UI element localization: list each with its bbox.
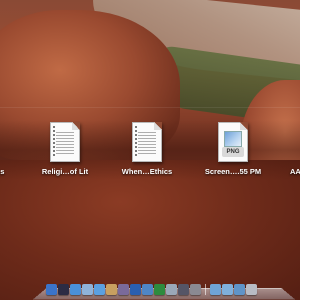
photo-icon[interactable] [118,284,129,295]
system-preferences-icon[interactable] [190,284,201,295]
activity-icon[interactable] [178,284,189,295]
applications-folder-icon[interactable] [210,284,221,295]
word-icon[interactable] [130,284,141,295]
finder-icon[interactable] [46,284,57,295]
dock [32,276,296,300]
file-label: AA [290,167,300,176]
text-document-icon [50,122,80,162]
trash-icon[interactable] [246,284,257,295]
desktop-file-screenshot[interactable]: PNG Screen….55 PM [193,122,273,176]
desktop-icons: us Religi…of Lit When…Ethics PNG Screen…… [0,0,300,300]
preview-icon[interactable] [166,284,177,295]
file-label: Screen….55 PM [204,167,262,176]
desktop: us Religi…of Lit When…Ethics PNG Screen…… [0,0,300,300]
downloads-folder-icon[interactable] [234,284,245,295]
itunes-icon[interactable] [142,284,153,295]
text-document-icon [132,122,162,162]
file-label: Religi…of Lit [41,167,89,176]
desktop-file-when-ethics[interactable]: When…Ethics [107,122,187,176]
ichat-icon[interactable] [94,284,105,295]
address-book-icon[interactable] [106,284,117,295]
documents-folder-icon[interactable] [222,284,233,295]
png-file-icon: PNG [218,122,248,162]
dashboard-icon[interactable] [58,284,69,295]
file-label: When…Ethics [121,167,173,176]
mail-icon[interactable] [82,284,93,295]
excel-icon[interactable] [154,284,165,295]
file-label: us [0,167,5,176]
safari-icon[interactable] [70,284,81,295]
dock-separator [205,284,206,295]
desktop-file-religion-of-lit[interactable]: Religi…of Lit [25,122,105,176]
desktop-file-aa[interactable]: AA [268,122,300,176]
dock-items [46,284,257,295]
